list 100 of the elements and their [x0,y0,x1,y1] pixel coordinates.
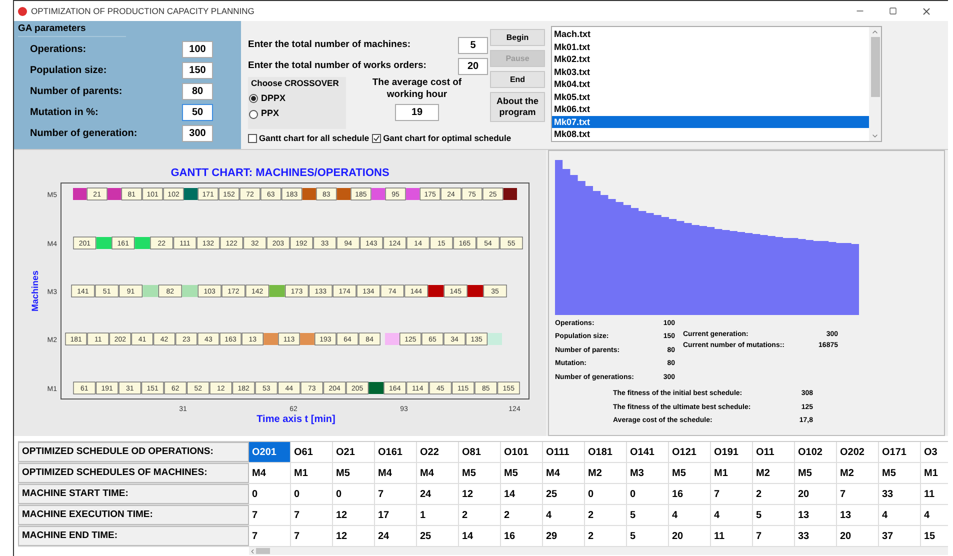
number-field[interactable]: 80 [182,83,213,100]
table-cell[interactable]: 24 [417,484,459,504]
table-cell[interactable]: O201 [249,442,291,462]
table-cell[interactable]: O61 [291,442,333,462]
maximize-icon[interactable] [889,7,897,15]
table-cell[interactable]: 7 [249,526,291,546]
number-field[interactable]: 50 [182,104,213,122]
table-cell[interactable]: 5 [627,505,669,525]
number-field[interactable]: 5 [458,37,488,54]
row-header: OPTIMIZED SCHEDULE OD OPERATIONS: [18,442,249,462]
file-item[interactable]: Mk07.txt [552,116,869,128]
axis-title: Time axis t [min] [256,414,336,425]
group-title: GA parameters [18,22,126,38]
table-cell[interactable]: O181 [585,442,627,462]
number-field[interactable]: 150 [182,62,213,80]
action-button[interactable]: About the program [490,92,545,122]
table-cell[interactable]: 0 [585,484,627,504]
table-cell[interactable]: O141 [627,442,669,462]
table-cell[interactable]: 33 [795,526,837,546]
table-cell[interactable]: 2 [585,526,627,546]
table-cell[interactable]: 7 [837,484,879,504]
app-icon [18,6,27,16]
table-cell[interactable]: O22 [417,442,459,462]
table-cell[interactable]: O202 [837,442,879,462]
file-item[interactable]: Mk08.txt [552,128,869,140]
table-cell[interactable]: 25 [543,484,585,504]
radio-label: PPX [261,107,280,120]
table-cell[interactable]: 20 [837,526,879,546]
table-cell[interactable]: 2 [501,505,543,525]
scroll-down-icon[interactable] [871,132,879,140]
file-item[interactable]: Mach.txt [552,28,869,40]
action-button[interactable]: End [490,71,545,88]
table-cell[interactable]: 7 [291,526,333,546]
radio-button[interactable] [249,110,258,118]
checkbox[interactable] [248,134,257,143]
table-cell[interactable]: 20 [795,484,837,504]
table-cell[interactable]: 7 [291,505,333,525]
table-cell[interactable]: O21 [333,442,375,462]
table-cell[interactable]: 0 [291,484,333,504]
file-item[interactable]: Mk04.txt [552,78,869,90]
close-icon[interactable] [921,6,932,16]
field-label: Operations: [30,43,86,58]
table-cell[interactable]: 24 [375,526,417,546]
table-cell[interactable]: 4 [543,505,585,525]
table-cell[interactable]: O171 [879,442,921,462]
file-item[interactable]: Mk01.txt [552,40,869,53]
file-item[interactable]: Mk02.txt [552,53,869,66]
checkbox-label: Gantt chart for all schedule [259,132,370,145]
file-item[interactable]: Mk03.txt [552,66,869,78]
file-item[interactable]: Mk05.txt [552,90,869,103]
cost-field[interactable]: 19 [395,104,439,121]
cost-label: The average cost of working hour [371,77,463,101]
number-field[interactable]: 20 [458,58,488,75]
table-cell[interactable]: 0 [333,484,375,504]
number-field[interactable]: 100 [182,41,213,58]
scroll-thumb[interactable] [870,37,880,97]
table-cell[interactable]: O102 [795,442,837,462]
checkbox[interactable] [372,134,382,143]
table-cell[interactable]: O101 [501,442,543,462]
table-cell[interactable]: O81 [459,442,501,462]
table-cell[interactable]: 7 [711,484,753,504]
table-cell[interactable]: O111 [543,442,585,462]
action-button[interactable]: Begin [490,29,545,46]
field-label: Number of parents: [30,85,122,100]
table-cell[interactable]: O121 [669,442,711,462]
radio-button[interactable] [249,94,258,103]
scrollbar[interactable] [869,27,881,141]
row-header: MACHINE START TIME: [18,484,249,504]
scroll-thumb[interactable] [256,548,270,554]
table-cell[interactable]: 29 [543,526,585,546]
number-field[interactable]: 300 [182,125,213,142]
horizontal-scrollbar[interactable] [249,547,948,555]
scroll-up-icon[interactable] [871,28,879,36]
table-cell[interactable]: O191 [711,442,753,462]
table-cell[interactable]: 4 [711,505,753,525]
table-cell[interactable]: 0 [249,484,291,504]
table-cell[interactable]: 7 [249,505,291,525]
table-cell[interactable]: 37 [879,526,921,546]
table-cell[interactable]: 25 [417,526,459,546]
table-cell[interactable]: O161 [375,442,417,462]
table-cell[interactable]: 4 [669,505,711,525]
table-cell[interactable]: 0 [627,484,669,504]
axis-title: Machines [30,270,40,312]
table-cell[interactable]: 2 [753,484,795,504]
checkbox-label: Gant chart for optimal schedule [383,132,512,145]
table-cell[interactable]: 7 [375,484,417,504]
table-cell[interactable]: 20 [669,526,711,546]
table-cell[interactable]: 2 [585,505,627,525]
table-cell[interactable]: 5 [753,505,795,525]
table-cell[interactable]: 2 [459,505,501,525]
table-cell[interactable]: 4 [879,505,921,525]
scroll-left-icon[interactable] [249,548,256,554]
file-item[interactable]: Mk06.txt [552,103,869,116]
table-cell[interactable]: 5 [627,526,669,546]
table-cell[interactable]: O11 [753,442,795,462]
table-cell[interactable]: 33 [879,484,921,504]
radio-label: DPPX [261,92,286,105]
table-cell[interactable]: 7 [753,526,795,546]
row-header: MACHINE EXECUTION TIME: [18,505,249,525]
row-header: OPTIMIZED SCHEDULES OF MACHINES: [18,463,249,483]
